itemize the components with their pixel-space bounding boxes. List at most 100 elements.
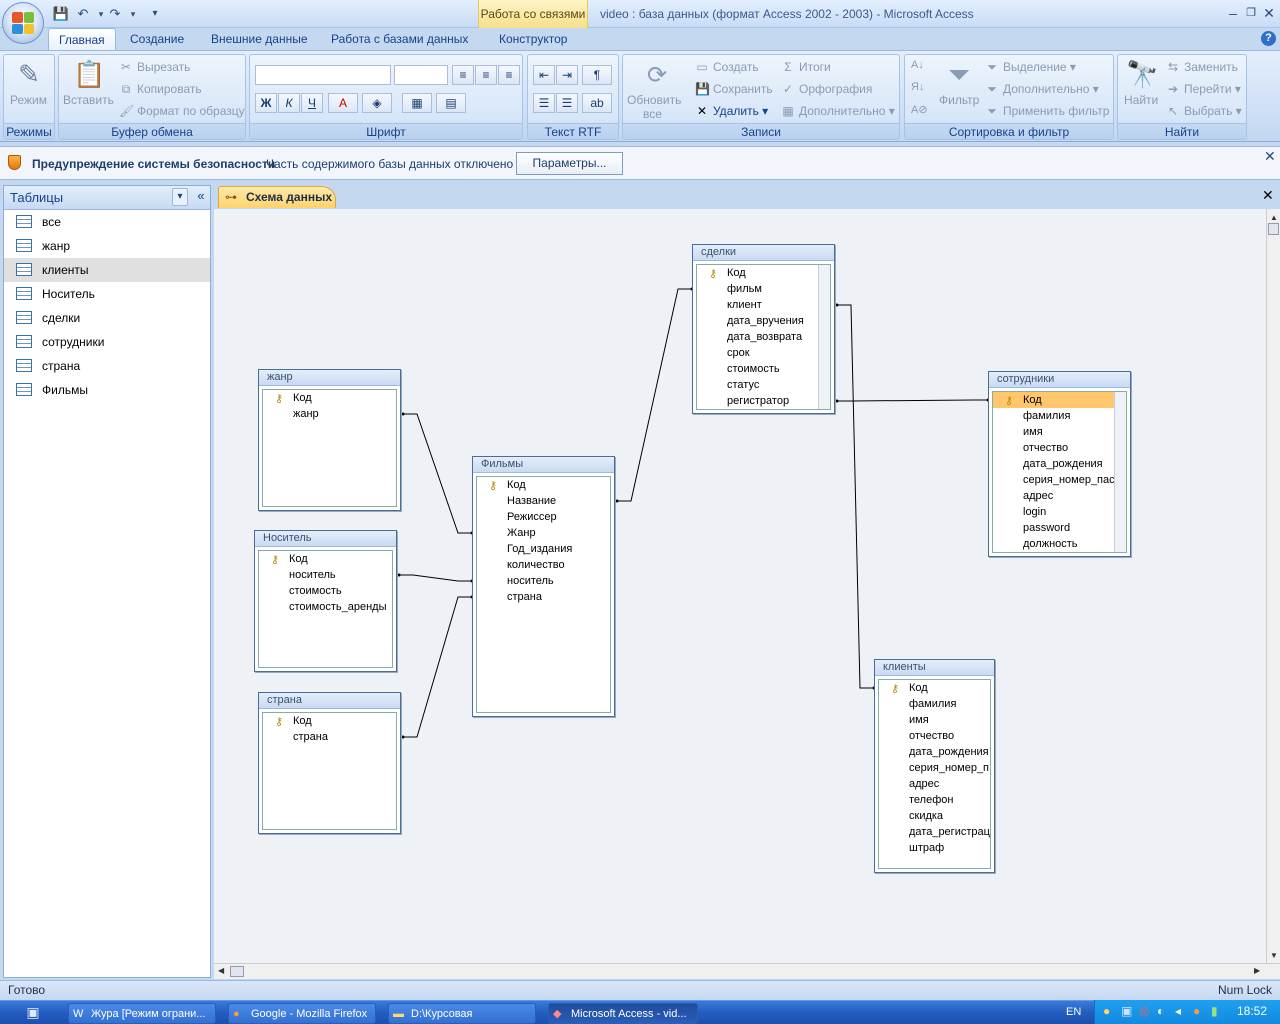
copy-button[interactable]: ⧉ Копировать bbox=[119, 82, 202, 97]
quick-launch-icon[interactable]: ▣ bbox=[24, 1004, 42, 1022]
field-item[interactable]: адрес bbox=[879, 776, 990, 792]
paragraph-icon[interactable]: ¶ bbox=[582, 65, 612, 85]
field-item[interactable]: стоимость bbox=[697, 361, 830, 377]
field-item[interactable]: фильм bbox=[697, 281, 830, 297]
field-item[interactable]: количество bbox=[477, 557, 610, 573]
field-item[interactable]: стоимость_аренды bbox=[259, 599, 392, 615]
nav-item-zhanr[interactable]: жанр bbox=[4, 234, 210, 258]
italic-button[interactable]: К bbox=[278, 93, 300, 113]
refresh-button[interactable]: Обновить bbox=[627, 93, 681, 107]
clock[interactable]: 18:52 bbox=[1237, 1004, 1267, 1018]
table-box-nositel[interactable]: Носитель ⚷ Код носитель стоимость стоимос… bbox=[254, 530, 397, 672]
fill-color-icon[interactable]: ◈ bbox=[362, 93, 392, 113]
field-item[interactable]: серия_номер_пас bbox=[993, 472, 1126, 488]
cut-button[interactable]: ✂ Вырезать bbox=[119, 60, 190, 74]
selection-button[interactable]: ⏷ Выделение ▾ bbox=[985, 60, 1076, 75]
underline-button[interactable]: Ч bbox=[301, 93, 323, 113]
increase-indent-icon[interactable]: ⇥ bbox=[556, 65, 578, 85]
align-center-icon[interactable]: ≡ bbox=[475, 65, 497, 85]
tray-app-icon[interactable]: ● bbox=[1103, 1004, 1110, 1018]
scroll-up-icon[interactable]: ▲ bbox=[1270, 213, 1278, 222]
tray-connection-icon[interactable]: ▮ bbox=[1211, 1004, 1218, 1018]
field-item[interactable]: отчество bbox=[993, 440, 1126, 456]
relationship-line[interactable] bbox=[402, 413, 473, 534]
nav-item-strana[interactable]: страна bbox=[4, 354, 210, 378]
field-item[interactable]: ⚷ Код bbox=[697, 265, 830, 281]
field-item[interactable]: Режиссер bbox=[477, 509, 610, 525]
field-item[interactable]: Год_издания bbox=[477, 541, 610, 557]
relationship-line[interactable] bbox=[836, 399, 989, 402]
highlight-icon[interactable]: ab bbox=[582, 93, 612, 113]
tab-external-data[interactable]: Внешние данные bbox=[201, 28, 318, 50]
align-right-icon[interactable]: ≡ bbox=[498, 65, 520, 85]
collapse-pane-icon[interactable]: « bbox=[193, 188, 209, 206]
field-item[interactable]: клиент bbox=[697, 297, 830, 313]
nav-item-klienty[interactable]: клиенты bbox=[4, 258, 210, 282]
find-button[interactable]: Найти bbox=[1124, 93, 1158, 107]
tab-designer[interactable]: Конструктор bbox=[489, 28, 577, 50]
field-item[interactable]: password bbox=[993, 520, 1126, 536]
tab-home[interactable]: Главная bbox=[48, 28, 116, 50]
gridlines-icon[interactable]: ▦ bbox=[402, 93, 432, 113]
save-record-button[interactable]: 💾 Сохранить bbox=[695, 82, 773, 96]
relationship-line[interactable] bbox=[836, 304, 875, 689]
field-item[interactable]: Жанр bbox=[477, 525, 610, 541]
field-item[interactable]: имя bbox=[993, 424, 1126, 440]
table-box-sdelki[interactable]: сделки ⚷ Код фильм клиент дата_вручения д… bbox=[692, 244, 835, 414]
taskbar-item-access[interactable]: ◆ Microsoft Access - vid... bbox=[548, 1003, 698, 1024]
scroll-right-icon[interactable]: ▶ bbox=[1254, 966, 1260, 975]
relationships-canvas[interactable]: жанр ⚷ Код жанр Носитель ⚷ Код носитель ст… bbox=[214, 209, 1266, 963]
scroll-thumb[interactable] bbox=[1268, 223, 1279, 235]
view-button[interactable]: Режим bbox=[10, 93, 47, 107]
tab-relationships[interactable]: ⊶ Схема данных bbox=[218, 186, 336, 208]
select-button[interactable]: ↖ Выбрать ▾ bbox=[1166, 104, 1242, 118]
delete-button[interactable]: ✕ Удалить ▾ bbox=[695, 104, 768, 118]
sort-asc-icon[interactable]: A↓ bbox=[911, 59, 924, 71]
numbered-list-icon[interactable]: ☰ bbox=[533, 93, 555, 113]
field-item[interactable]: ⚷ Код bbox=[993, 392, 1126, 408]
table-scrollbar[interactable] bbox=[818, 265, 830, 409]
table-box-klienty[interactable]: клиенты ⚷ Код фамилия имя отчество дата_р… bbox=[874, 659, 995, 873]
field-item[interactable]: страна bbox=[263, 729, 396, 745]
field-item[interactable]: статус bbox=[697, 377, 830, 393]
close-icon[interactable]: ✕ bbox=[1258, 3, 1280, 23]
table-box-zhanr[interactable]: жанр ⚷ Код жанр bbox=[258, 369, 401, 511]
redo-dropdown-icon[interactable]: ▾ bbox=[124, 5, 142, 23]
field-item[interactable]: адрес bbox=[993, 488, 1126, 504]
clear-sort-icon[interactable]: A⊘ bbox=[911, 103, 928, 116]
table-box-sotrudniki[interactable]: сотрудники ⚷ Код фамилия имя отчество дат… bbox=[988, 371, 1131, 557]
close-document-icon[interactable]: ✕ bbox=[1262, 187, 1274, 204]
tray-antivirus-icon[interactable]: ◎ bbox=[1139, 1004, 1149, 1018]
tray-browser-icon[interactable]: ● bbox=[1193, 1004, 1200, 1018]
save-icon[interactable]: 💾 bbox=[52, 5, 70, 23]
field-item[interactable]: фамилия bbox=[879, 696, 990, 712]
scroll-left-icon[interactable]: ◀ bbox=[218, 966, 224, 975]
sort-desc-icon[interactable]: Я↓ bbox=[911, 81, 924, 93]
decrease-indent-icon[interactable]: ⇤ bbox=[533, 65, 555, 85]
goto-button[interactable]: ➔ Перейти ▾ bbox=[1166, 82, 1241, 96]
field-item[interactable]: дата_рождения bbox=[879, 744, 990, 760]
nav-item-nositel[interactable]: Носитель bbox=[4, 282, 210, 306]
field-item[interactable]: штраф bbox=[879, 840, 990, 856]
field-item[interactable]: дата_рождения bbox=[993, 456, 1126, 472]
toggle-filter-button[interactable]: ⏷ Применить фильтр bbox=[985, 104, 1109, 119]
field-item[interactable]: имя bbox=[879, 712, 990, 728]
align-left-icon[interactable]: ≡ bbox=[452, 65, 474, 85]
field-item[interactable]: скидка bbox=[879, 808, 990, 824]
table-box-filmy[interactable]: Фильмы ⚷ Код Название Режиссер Жанр Год_и… bbox=[472, 456, 615, 717]
totals-button[interactable]: Σ Итоги bbox=[781, 60, 830, 74]
tray-update-icon[interactable]: ◐ bbox=[1157, 1004, 1164, 1018]
tab-database-tools[interactable]: Работа с базами данных bbox=[321, 28, 478, 50]
paste-button[interactable]: Вставить bbox=[63, 93, 114, 107]
field-item[interactable]: носитель bbox=[259, 567, 392, 583]
nav-item-sdelki[interactable]: сделки bbox=[4, 306, 210, 330]
options-button[interactable]: Параметры... bbox=[516, 152, 623, 175]
field-item[interactable]: жанр bbox=[263, 406, 396, 422]
field-item[interactable]: серия_номер_п bbox=[879, 760, 990, 776]
filter-button[interactable]: Фильтр bbox=[939, 93, 979, 107]
undo-icon[interactable]: ↶ bbox=[74, 5, 92, 23]
redo-icon[interactable]: ↷ bbox=[106, 5, 124, 23]
tray-volume-icon[interactable]: ◂ bbox=[1175, 1004, 1181, 1018]
field-item[interactable]: ⚷ Код bbox=[263, 390, 396, 406]
table-box-strana[interactable]: страна ⚷ Код страна bbox=[258, 692, 401, 834]
